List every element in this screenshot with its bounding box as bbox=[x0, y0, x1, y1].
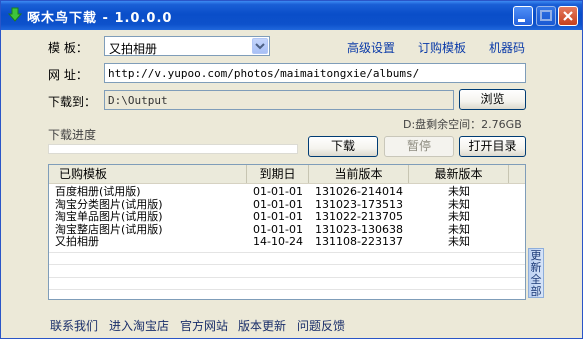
cell-template: 百度相册(试用版) bbox=[55, 185, 141, 198]
close-button[interactable] bbox=[558, 6, 578, 26]
table-row[interactable]: 淘宝单品图片(试用版) 01-01-01 131022-213705 未知 bbox=[49, 210, 525, 223]
disk-free-space: D:盘剩余空间：2.76GB bbox=[403, 118, 522, 131]
cell-template: 淘宝单品图片(试用版) bbox=[55, 210, 163, 223]
grid-line bbox=[49, 289, 525, 290]
download-button[interactable]: 下载 bbox=[308, 136, 378, 157]
chevron-down-icon bbox=[255, 43, 265, 50]
cell-latest-version: 未知 bbox=[448, 185, 470, 198]
close-icon bbox=[563, 11, 573, 21]
progress-label: 下载进度 bbox=[48, 128, 97, 142]
cell-template: 淘宝整店图片(试用版) bbox=[55, 222, 163, 236]
cell-expiry: 01-01-01 bbox=[253, 210, 303, 223]
cell-current-version: 131108-223137 bbox=[315, 235, 403, 248]
grid-line bbox=[49, 276, 525, 278]
grid-line bbox=[49, 264, 525, 265]
maximize-button[interactable] bbox=[536, 6, 556, 26]
table-header: 已购模板 到期日 当前版本 最新版本 bbox=[49, 165, 525, 184]
table-row[interactable]: 百度相册(试用版) 01-01-01 131026-214014 未知 bbox=[49, 185, 525, 198]
contact-us-link[interactable]: 联系我们 bbox=[50, 317, 98, 334]
minimize-icon bbox=[518, 19, 525, 22]
taobao-store-link[interactable]: 进入淘宝店 bbox=[109, 317, 169, 334]
green-arrow-down-icon bbox=[7, 7, 23, 22]
maximize-icon bbox=[540, 10, 552, 21]
feedback-link[interactable]: 问题反馈 bbox=[297, 317, 345, 334]
cell-current-version: 131023-173513 bbox=[315, 197, 403, 211]
url-input[interactable]: http://v.yupoo.com/photos/maimaitongxie/… bbox=[104, 63, 526, 83]
app-window: 啄木鸟下载 - 1.0.0.0 模 板： 又拍相册 高级设置 订购模板 机器码 … bbox=[0, 0, 583, 339]
advanced-settings-link[interactable]: 高级设置 bbox=[347, 39, 395, 56]
cell-current-version: 131023-130638 bbox=[315, 222, 403, 236]
download-to-label: 下载到： bbox=[48, 95, 97, 109]
url-label: 网 址： bbox=[48, 68, 88, 82]
table-row[interactable]: 淘宝整店图片(试用版) 01-01-01 131023-130638 未知 bbox=[49, 223, 525, 236]
table-row[interactable]: 淘宝分类图片(试用版) 01-01-01 131023-173513 未知 bbox=[49, 198, 525, 211]
cell-latest-version: 未知 bbox=[448, 197, 470, 211]
open-directory-button[interactable]: 打开目录 bbox=[459, 136, 526, 157]
cell-latest-version: 未知 bbox=[448, 235, 470, 248]
cell-current-version: 131026-214014 bbox=[315, 185, 403, 198]
version-update-link[interactable]: 版本更新 bbox=[238, 317, 286, 334]
cell-latest-version: 未知 bbox=[448, 222, 470, 236]
cell-template: 又拍相册 bbox=[55, 235, 99, 248]
column-header-latest-version[interactable]: 最新版本 bbox=[409, 165, 509, 183]
subscribe-template-link[interactable]: 订购模板 bbox=[418, 39, 466, 56]
template-label: 模 板： bbox=[48, 41, 88, 55]
templates-table[interactable]: 已购模板 到期日 当前版本 最新版本 百度相册(试用版) 01-01-01 1310… bbox=[48, 164, 526, 300]
cell-current-version: 131022-213705 bbox=[315, 210, 403, 223]
table-row[interactable]: 又拍相册 14-10-24 131108-223137 未知 bbox=[49, 235, 525, 248]
template-select[interactable]: 又拍相册 bbox=[104, 36, 270, 56]
download-path-input[interactable]: D:\Output bbox=[104, 90, 454, 110]
grid-line bbox=[49, 251, 525, 253]
main-panel: 模 板： 又拍相册 高级设置 订购模板 机器码 网 址： http://v.yu… bbox=[4, 30, 579, 335]
cell-latest-version: 未知 bbox=[448, 210, 470, 223]
title-bar[interactable]: 啄木鸟下载 - 1.0.0.0 bbox=[1, 1, 582, 30]
column-header-current-version[interactable]: 当前版本 bbox=[309, 165, 409, 183]
cell-expiry: 01-01-01 bbox=[253, 197, 303, 211]
cell-template: 淘宝分类图片(试用版) bbox=[55, 197, 163, 211]
cell-expiry: 14-10-24 bbox=[253, 235, 303, 248]
browse-button[interactable]: 浏览 bbox=[459, 89, 526, 110]
column-header-expiry[interactable]: 到期日 bbox=[247, 165, 309, 183]
minimize-button[interactable] bbox=[513, 6, 533, 26]
dropdown-button[interactable] bbox=[252, 38, 268, 54]
cell-expiry: 01-01-01 bbox=[253, 185, 303, 198]
cell-expiry: 01-01-01 bbox=[253, 222, 303, 236]
window-title: 啄木鸟下载 - 1.0.0.0 bbox=[27, 11, 173, 26]
update-all-button[interactable]: 更新全部 bbox=[528, 248, 544, 298]
pause-button[interactable]: 暂停 bbox=[384, 136, 454, 157]
machine-code-link[interactable]: 机器码 bbox=[489, 39, 525, 56]
official-site-link[interactable]: 官方网站 bbox=[180, 317, 228, 334]
column-header-template[interactable]: 已购模板 bbox=[49, 165, 247, 183]
template-select-value: 又拍相册 bbox=[109, 42, 158, 56]
download-progress-bar bbox=[48, 144, 298, 154]
